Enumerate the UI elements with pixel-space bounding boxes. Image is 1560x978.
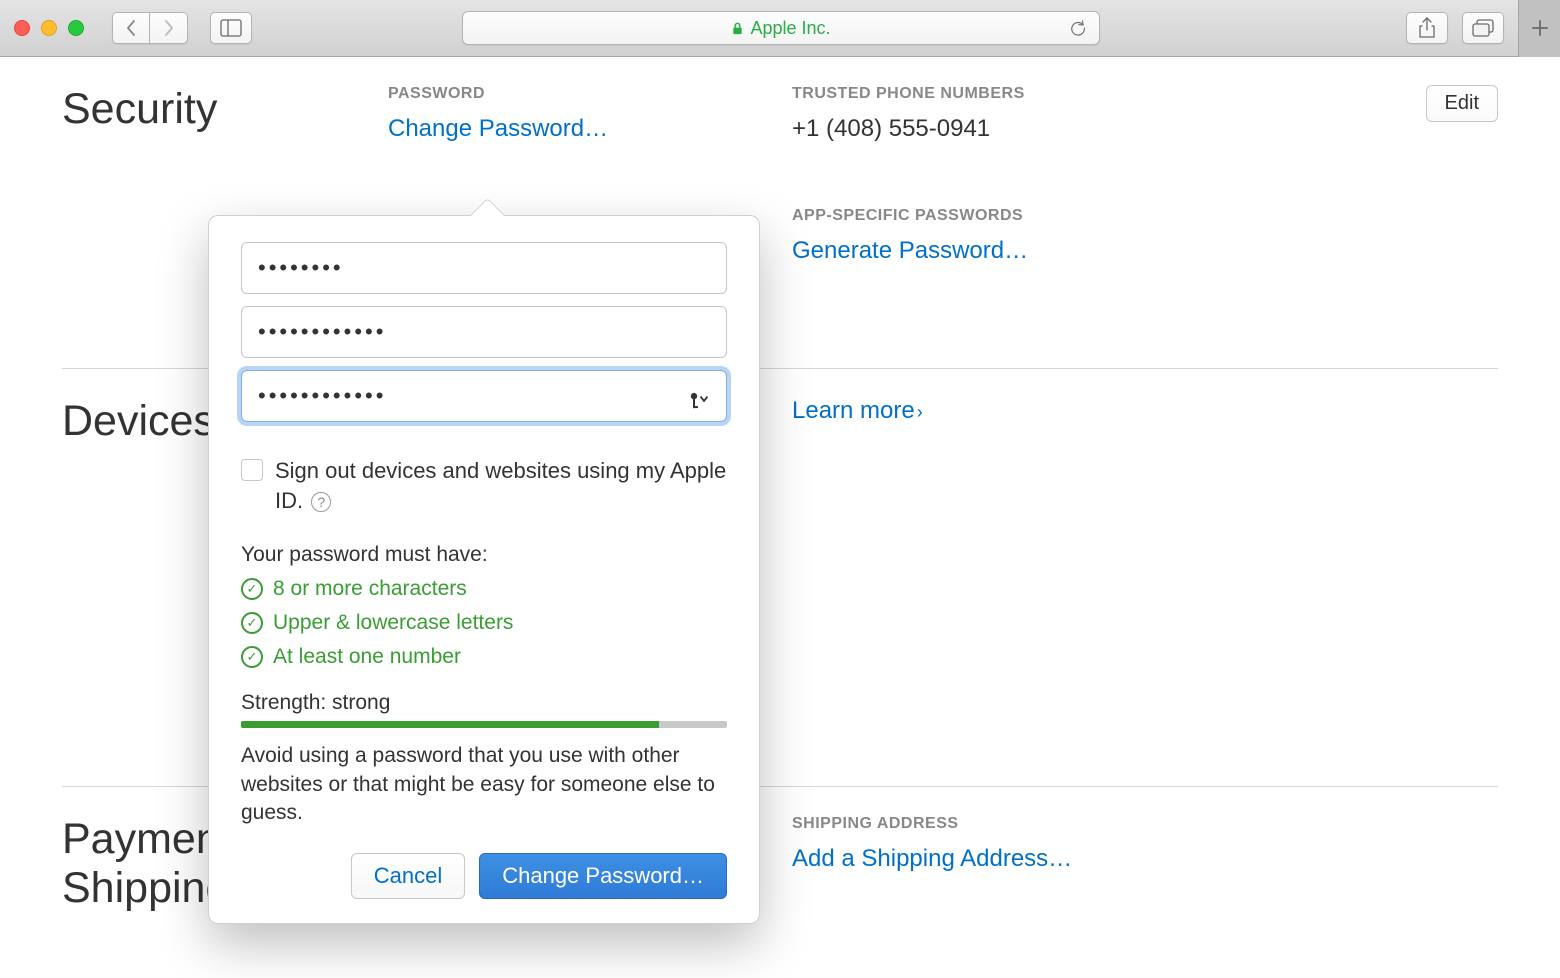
browser-toolbar: Apple Inc. xyxy=(0,0,1560,57)
sidebar-icon xyxy=(220,19,242,37)
learn-more-text: Learn more xyxy=(792,397,915,424)
strength-bar xyxy=(241,721,727,728)
forward-button[interactable] xyxy=(150,12,188,44)
app-specific-label: APP-SPECIFIC PASSWORDS xyxy=(792,207,1498,225)
signout-label: Sign out devices and websites using my A… xyxy=(275,456,727,515)
signout-checkbox[interactable] xyxy=(241,459,263,481)
plus-icon xyxy=(1531,19,1549,37)
window-close-button[interactable] xyxy=(14,20,30,36)
cancel-button[interactable]: Cancel xyxy=(351,853,465,899)
requirement-item: ✓ Upper & lowercase letters xyxy=(241,611,727,635)
add-shipping-link[interactable]: Add a Shipping Address… xyxy=(792,845,1498,873)
current-password-input[interactable] xyxy=(241,242,727,294)
lock-icon xyxy=(731,22,744,35)
change-password-popover: Sign out devices and websites using my A… xyxy=(208,215,760,924)
address-text: Apple Inc. xyxy=(750,18,830,39)
requirement-text: 8 or more characters xyxy=(273,577,467,601)
shipping-address-label: SHIPPING ADDRESS xyxy=(792,815,1498,833)
back-button[interactable] xyxy=(112,12,150,44)
check-icon: ✓ xyxy=(241,612,263,634)
learn-more-link[interactable]: Learn more › xyxy=(792,397,923,424)
requirements-header: Your password must have: xyxy=(241,543,727,567)
edit-button[interactable]: Edit xyxy=(1426,85,1498,122)
reload-icon[interactable] xyxy=(1069,19,1087,37)
chevron-left-icon xyxy=(124,18,138,38)
password-label: PASSWORD xyxy=(388,85,792,103)
trusted-phone-value: +1 (408) 555-0941 xyxy=(792,115,1498,143)
check-icon: ✓ xyxy=(241,646,263,668)
new-password-input[interactable] xyxy=(241,306,727,358)
confirm-password-input[interactable] xyxy=(241,370,727,422)
share-button[interactable] xyxy=(1406,12,1448,44)
help-icon[interactable]: ? xyxy=(311,492,331,512)
requirement-text: At least one number xyxy=(273,645,461,669)
chevron-right-icon xyxy=(162,18,176,38)
generate-password-link[interactable]: Generate Password… xyxy=(792,237,1498,265)
change-password-link[interactable]: Change Password… xyxy=(388,115,792,143)
change-password-button[interactable]: Change Password… xyxy=(479,853,727,899)
chevron-right-icon: › xyxy=(917,402,923,423)
window-minimize-button[interactable] xyxy=(41,20,57,36)
password-advice: Avoid using a password that you use with… xyxy=(241,742,727,827)
signout-label-text: Sign out devices and websites using my A… xyxy=(275,458,726,513)
tabs-icon xyxy=(1471,18,1495,38)
window-zoom-button[interactable] xyxy=(68,20,84,36)
sidebar-toggle-button[interactable] xyxy=(210,12,252,44)
page-content: Security PASSWORD Change Password… TRUST… xyxy=(0,57,1560,942)
strength-fill xyxy=(241,721,659,728)
trusted-phone-label: TRUSTED PHONE NUMBERS xyxy=(792,85,1498,103)
share-icon xyxy=(1418,17,1436,39)
tabs-button[interactable] xyxy=(1462,12,1504,44)
address-bar[interactable]: Apple Inc. xyxy=(462,11,1100,45)
new-tab-button[interactable] xyxy=(1518,0,1560,57)
key-icon[interactable] xyxy=(687,388,711,412)
nav-button-group xyxy=(112,12,188,44)
requirement-item: ✓ 8 or more characters xyxy=(241,577,727,601)
check-icon: ✓ xyxy=(241,578,263,600)
strength-label: Strength: strong xyxy=(241,691,727,715)
window-controls xyxy=(14,20,84,36)
requirement-item: ✓ At least one number xyxy=(241,645,727,669)
requirement-text: Upper & lowercase letters xyxy=(273,611,513,635)
